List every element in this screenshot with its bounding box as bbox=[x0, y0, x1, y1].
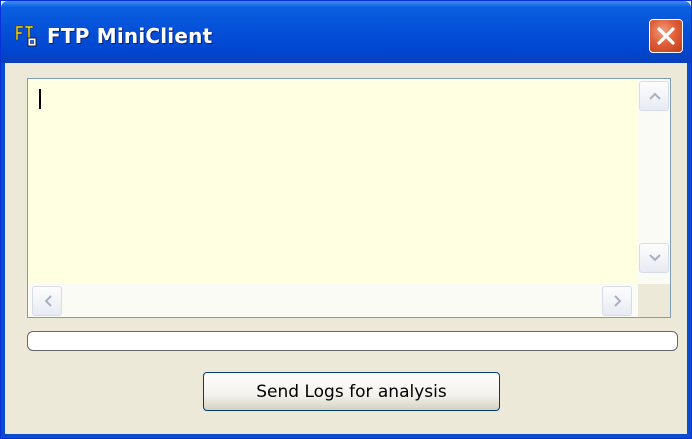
app-window: FTP MiniClient Send Logs for analysis bbox=[0, 0, 692, 439]
send-logs-button[interactable]: Send Logs for analysis bbox=[203, 372, 500, 411]
vertical-scrollbar[interactable] bbox=[638, 79, 670, 284]
close-icon bbox=[657, 27, 675, 45]
log-content[interactable] bbox=[28, 79, 638, 284]
progress-bar bbox=[27, 331, 678, 351]
close-button[interactable] bbox=[649, 19, 683, 53]
scroll-up-button[interactable] bbox=[639, 81, 669, 111]
window-border-bottom bbox=[1, 434, 691, 438]
window-title: FTP MiniClient bbox=[47, 24, 213, 48]
window-border-left bbox=[1, 63, 5, 438]
log-textarea[interactable] bbox=[27, 78, 671, 318]
chevron-left-icon bbox=[44, 295, 52, 307]
chevron-right-icon bbox=[614, 295, 622, 307]
chevron-down-icon bbox=[649, 254, 661, 262]
window-border-right bbox=[687, 63, 691, 438]
text-caret bbox=[39, 89, 41, 109]
scroll-right-button[interactable] bbox=[602, 286, 632, 316]
scroll-down-button[interactable] bbox=[639, 243, 669, 273]
ftp-app-icon bbox=[14, 23, 38, 47]
title-bar[interactable]: FTP MiniClient bbox=[1, 1, 691, 63]
scroll-corner bbox=[638, 284, 670, 317]
chevron-up-icon bbox=[649, 92, 661, 100]
scroll-left-button[interactable] bbox=[32, 286, 62, 316]
horizontal-scrollbar[interactable] bbox=[28, 284, 638, 317]
